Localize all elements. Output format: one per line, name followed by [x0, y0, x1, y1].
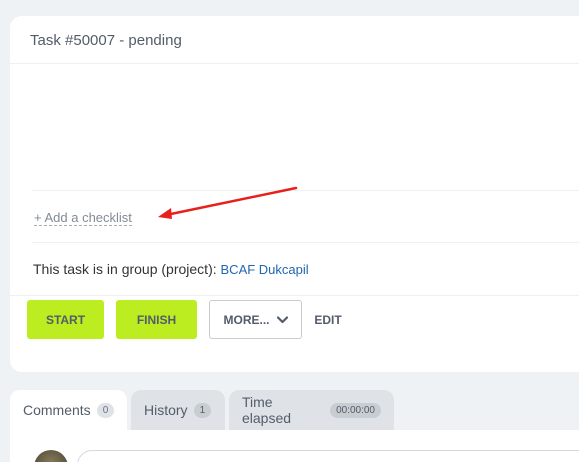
history-count-badge: 1: [193, 402, 212, 418]
divider: [10, 295, 579, 296]
chevron-down-icon: [276, 315, 288, 323]
edit-button[interactable]: EDIT: [304, 300, 352, 339]
comments-count-badge: 0: [96, 402, 115, 418]
start-button-label: START: [45, 312, 86, 327]
tab-time-elapsed[interactable]: Time elapsed 00:00:00: [229, 390, 394, 430]
red-arrow-icon: [158, 186, 298, 219]
finish-button-label: FINISH: [136, 312, 177, 327]
more-button-label: MORE...: [223, 312, 270, 327]
divider: [32, 190, 579, 191]
add-checklist-link[interactable]: + Add a checklist: [34, 210, 132, 226]
group-prefix: This task is in group (project):: [33, 261, 217, 277]
group-link[interactable]: BCAF Dukcapil: [221, 262, 309, 277]
edit-button-label: EDIT: [314, 312, 342, 327]
divider: [10, 63, 579, 64]
time-elapsed-badge: 00:00:00: [330, 402, 381, 418]
start-button[interactable]: START: [27, 300, 104, 339]
finish-button[interactable]: FINISH: [116, 300, 197, 339]
comment-input[interactable]: [77, 450, 579, 462]
task-title: Task #50007 - pending: [30, 32, 182, 49]
tab-history[interactable]: History 1: [131, 390, 225, 430]
tab-time-elapsed-label: Time elapsed: [242, 394, 292, 426]
tab-history-label: History: [144, 402, 188, 418]
divider: [32, 242, 579, 243]
group-info: This task is in group (project): BCAF Du…: [33, 261, 309, 277]
tab-comments-label: Comments: [23, 402, 91, 418]
more-button[interactable]: MORE...: [209, 300, 302, 339]
